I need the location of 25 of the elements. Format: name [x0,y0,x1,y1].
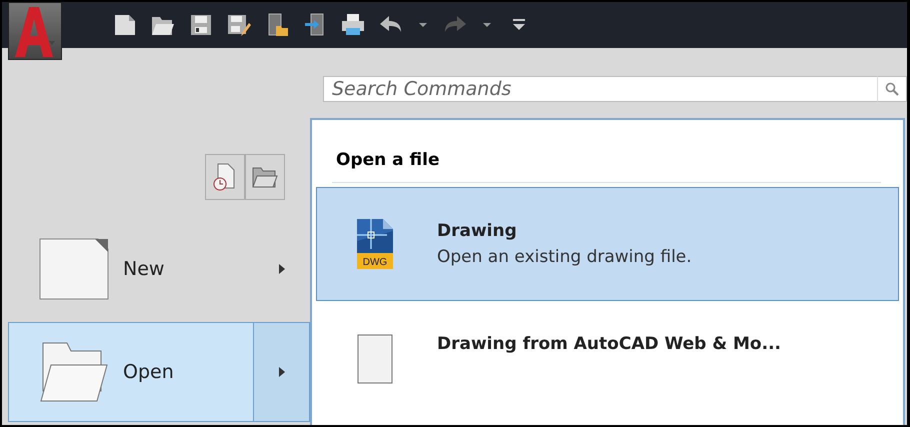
blank-page-icon [39,238,109,300]
folder-icon [251,165,279,189]
item-description: Open an existing drawing file. [437,247,692,267]
submenu-title: Open a file [335,149,441,172]
search-field[interactable]: Search Commands [323,76,877,102]
application-menu-button[interactable] [8,2,62,60]
menu-item[interactable]: New [8,238,310,300]
submenu-item[interactable]: Drawing from AutoCAD Web & Mo... [316,301,899,425]
submenu-arrow-icon [278,367,284,377]
submenu-item[interactable]: DWG Drawing Open an existing drawing file. [316,187,899,301]
new-document-icon[interactable] [112,12,138,38]
menu-item[interactable]: Open [8,322,310,422]
file-type-label: DWG [362,257,388,268]
blank-page-icon [357,334,393,384]
item-title: Drawing from AutoCAD Web & Mo... [437,334,781,354]
floppy-disk-pencil-icon[interactable] [226,12,252,38]
dwg-file-icon [357,219,393,269]
item-title: Drawing [437,221,518,241]
printer-icon[interactable] [340,12,366,38]
search-button[interactable] [877,76,907,102]
submenu-arrow-icon [278,264,284,274]
recent-documents-button[interactable] [205,154,245,200]
open-documents-button[interactable] [245,154,285,200]
search-icon [885,82,899,96]
folder-icon [39,341,109,403]
